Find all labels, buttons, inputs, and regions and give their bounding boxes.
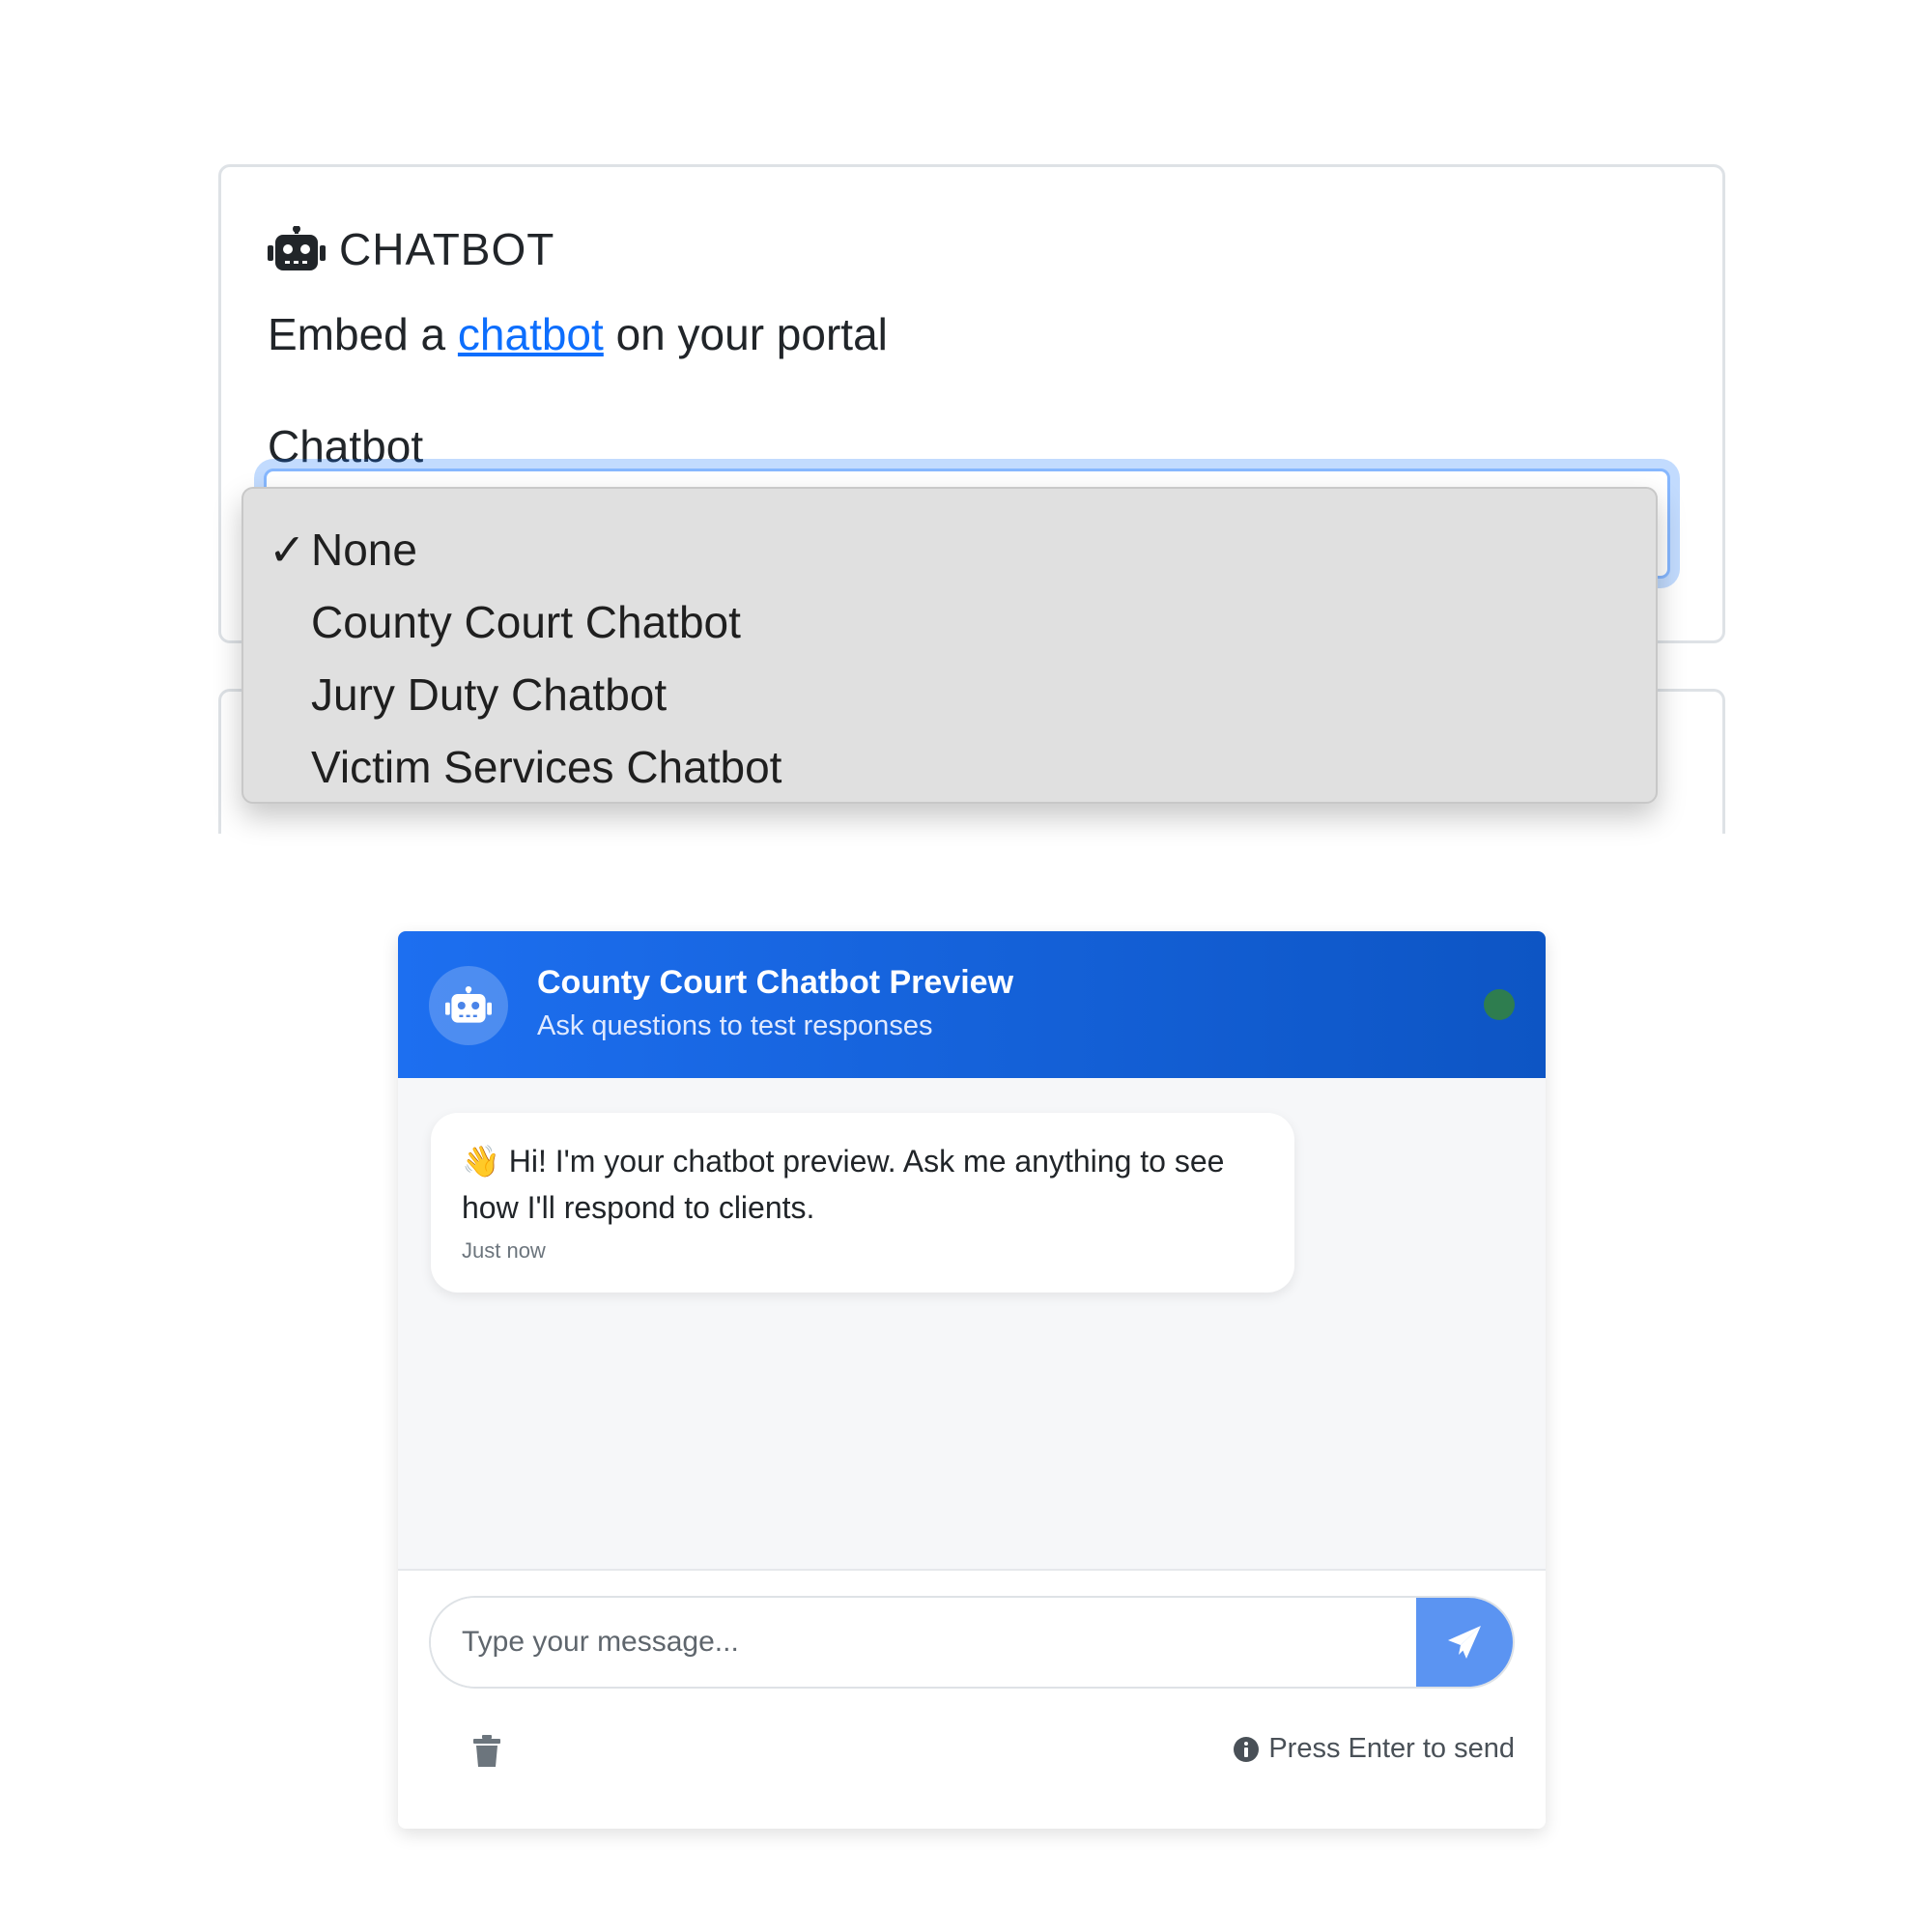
online-status-indicator <box>1484 989 1515 1020</box>
trash-icon[interactable] <box>473 1735 500 1768</box>
message-input-group <box>429 1596 1515 1689</box>
option-label: Jury Duty Chatbot <box>311 669 668 720</box>
bot-message: 👋 Hi! I'm your chatbot preview. Ask me a… <box>431 1113 1294 1293</box>
chat-messages: 👋 Hi! I'm your chatbot preview. Ask me a… <box>398 1078 1546 1571</box>
message-text: 👋 Hi! I'm your chatbot preview. Ask me a… <box>462 1138 1264 1231</box>
chat-title: County Court Chatbot Preview <box>537 964 1014 1001</box>
chat-header: County Court Chatbot Preview Ask questio… <box>398 931 1546 1078</box>
chatbot-link[interactable]: chatbot <box>458 309 604 359</box>
send-button[interactable] <box>1416 1598 1513 1687</box>
chatbot-dropdown-menu: ✓ None County Court Chatbot Jury Duty Ch… <box>242 487 1658 804</box>
card-title: CHATBOT <box>339 224 555 274</box>
card-description: Embed a chatbot on your portal <box>268 308 888 360</box>
chatbot-preview-panel: County Court Chatbot Preview Ask questio… <box>398 931 1546 1829</box>
message-input[interactable] <box>431 1598 1416 1687</box>
desc-prefix: Embed a <box>268 309 458 359</box>
info-icon <box>1234 1736 1260 1762</box>
checkmark-icon: ✓ <box>269 525 306 575</box>
option-label: None <box>311 525 417 575</box>
card-header: CHATBOT <box>268 223 554 275</box>
bot-avatar <box>429 966 508 1045</box>
option-label: Victim Services Chatbot <box>311 742 782 792</box>
wave-emoji-icon: 👋 <box>462 1144 500 1179</box>
message-timestamp: Just now <box>462 1238 546 1263</box>
option-label: County Court Chatbot <box>311 597 741 647</box>
option-victim-services-chatbot[interactable]: Victim Services Chatbot <box>311 741 781 793</box>
hint-text: Press Enter to send <box>1268 1733 1515 1764</box>
option-county-court-chatbot[interactable]: County Court Chatbot <box>311 596 741 648</box>
option-none[interactable]: ✓ None <box>269 524 417 576</box>
desc-suffix: on your portal <box>603 309 888 359</box>
robot-icon <box>445 986 492 1023</box>
send-icon <box>1448 1626 1481 1659</box>
chat-subtitle: Ask questions to test responses <box>537 1010 933 1041</box>
send-hint: Press Enter to send <box>1234 1733 1515 1765</box>
robot-icon <box>268 226 326 270</box>
message-body: Hi! I'm your chatbot preview. Ask me any… <box>462 1144 1225 1225</box>
option-jury-duty-chatbot[interactable]: Jury Duty Chatbot <box>311 668 667 721</box>
chatbot-field-label: Chatbot <box>268 421 424 471</box>
